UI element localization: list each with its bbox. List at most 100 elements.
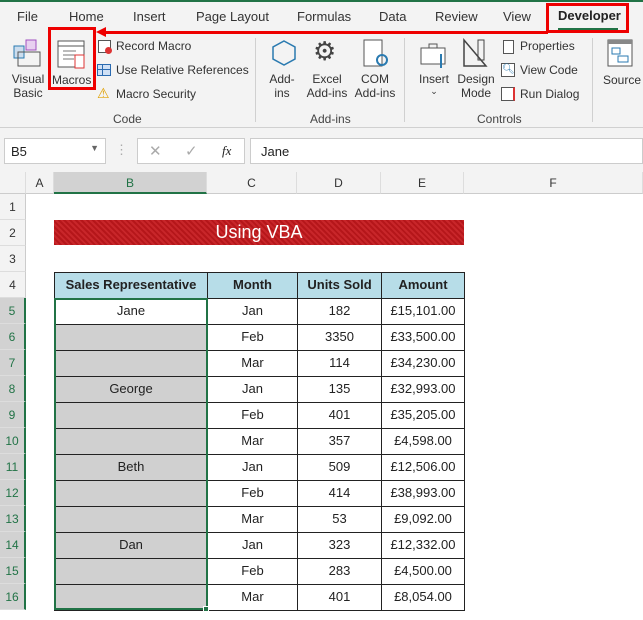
row-header-14[interactable]: 14 (0, 532, 26, 558)
row-header-7[interactable]: 7 (0, 350, 26, 376)
column-header-F[interactable]: F (464, 172, 643, 194)
cell-amount[interactable]: £33,500.00 (381, 324, 465, 351)
row-header-3[interactable]: 3 (0, 246, 26, 272)
row-header-4[interactable]: 4 (0, 272, 26, 298)
record-macro-icon (98, 40, 112, 54)
row-header-16[interactable]: 16 (0, 584, 26, 610)
column-header-E[interactable]: E (381, 172, 464, 194)
tab-view[interactable]: View (503, 9, 531, 24)
tab-file[interactable]: File (17, 9, 38, 24)
formula-input[interactable]: Jane (250, 138, 643, 164)
column-header-B[interactable]: B (54, 172, 207, 194)
com-addins-button[interactable]: COM Add-ins (352, 72, 398, 100)
row-header-8[interactable]: 8 (0, 376, 26, 402)
row-header-10[interactable]: 10 (0, 428, 26, 454)
group-label-controls: Controls (477, 112, 522, 126)
select-all-corner[interactable] (0, 172, 26, 194)
tab-page-layout[interactable]: Page Layout (196, 9, 269, 24)
cell-month[interactable]: Jan (207, 454, 298, 481)
cell-amount[interactable]: £34,230.00 (381, 350, 465, 377)
row-header-15[interactable]: 15 (0, 558, 26, 584)
cell-month[interactable]: Jan (207, 532, 298, 559)
row-header-13[interactable]: 13 (0, 506, 26, 532)
annotation-arrow (104, 31, 548, 34)
cancel-icon[interactable]: ✕ (149, 142, 162, 160)
column-header-C[interactable]: C (207, 172, 297, 194)
cell-units-sold[interactable]: 414 (297, 480, 382, 507)
visual-basic-button[interactable]: Visual Basic (8, 72, 48, 100)
run-dialog-icon (501, 87, 515, 101)
cell-amount[interactable]: £15,101.00 (381, 298, 465, 325)
header-month[interactable]: Month (207, 272, 298, 299)
chevron-down-icon[interactable]: ▼ (90, 143, 99, 153)
cell-month[interactable]: Mar (207, 350, 298, 377)
cell-month[interactable]: Feb (207, 558, 298, 585)
row-header-2[interactable]: 2 (0, 220, 26, 246)
cell-month[interactable]: Mar (207, 428, 298, 455)
row-header-1[interactable]: 1 (0, 194, 26, 220)
cell-amount[interactable]: £9,092.00 (381, 506, 465, 533)
cell-units-sold[interactable]: 401 (297, 402, 382, 429)
tab-formulas[interactable]: Formulas (297, 9, 351, 24)
view-code-button[interactable]: View Code (520, 63, 578, 77)
column-header-D[interactable]: D (297, 172, 381, 194)
tab-insert[interactable]: Insert (133, 9, 166, 24)
macro-security-button[interactable]: Macro Security (116, 87, 196, 101)
enter-icon[interactable]: ✓ (185, 142, 198, 160)
cell-amount[interactable]: £12,506.00 (381, 454, 465, 481)
highlight-box-macros (48, 27, 96, 90)
cell-units-sold[interactable]: 182 (297, 298, 382, 325)
cell-units-sold[interactable]: 283 (297, 558, 382, 585)
cell-units-sold[interactable]: 357 (297, 428, 382, 455)
cell-amount[interactable]: £35,205.00 (381, 402, 465, 429)
properties-button[interactable]: Properties (520, 39, 575, 53)
cell-amount[interactable]: £32,993.00 (381, 376, 465, 403)
cell-units-sold[interactable]: 509 (297, 454, 382, 481)
excel-addins-button[interactable]: Excel Add-ins (303, 72, 351, 100)
cell-month[interactable]: Mar (207, 584, 298, 611)
header-units-sold[interactable]: Units Sold (297, 272, 382, 299)
drag-handle-icon[interactable]: ⋮ (115, 142, 128, 158)
run-dialog-button[interactable]: Run Dialog (520, 87, 579, 101)
fill-handle[interactable] (203, 606, 209, 612)
row-header-6[interactable]: 6 (0, 324, 26, 350)
addins-button[interactable]: Add-ins (264, 72, 300, 100)
gear-icon: ⚙ (313, 36, 337, 66)
tab-review[interactable]: Review (435, 9, 478, 24)
cell-month[interactable]: Feb (207, 402, 298, 429)
cell-units-sold[interactable]: 401 (297, 584, 382, 611)
row-header-11[interactable]: 11 (0, 454, 26, 480)
source-button[interactable]: Source (603, 73, 641, 87)
cell-units-sold[interactable]: 3350 (297, 324, 382, 351)
insert-function-icon[interactable]: fx (222, 143, 231, 159)
row-header-12[interactable]: 12 (0, 480, 26, 506)
use-relative-references-button[interactable]: Use Relative References (116, 63, 249, 77)
row-header-5[interactable]: 5 (0, 298, 26, 324)
cell-amount[interactable]: £38,993.00 (381, 480, 465, 507)
design-mode-button[interactable]: Design Mode (456, 72, 496, 100)
cell-amount[interactable]: £4,500.00 (381, 558, 465, 585)
cell-amount[interactable]: £12,332.00 (381, 532, 465, 559)
cell-month[interactable]: Feb (207, 324, 298, 351)
cell-month[interactable]: Mar (207, 506, 298, 533)
divider (592, 38, 593, 122)
insert-control-button[interactable]: Insert ⌄ (416, 72, 452, 97)
record-macro-button[interactable]: Record Macro (116, 39, 191, 53)
cell-units-sold[interactable]: 114 (297, 350, 382, 377)
cell-amount[interactable]: £8,054.00 (381, 584, 465, 611)
cell-month[interactable]: Jan (207, 376, 298, 403)
row-header-9[interactable]: 9 (0, 402, 26, 428)
tab-home[interactable]: Home (69, 9, 104, 24)
cell-month[interactable]: Jan (207, 298, 298, 325)
cell-units-sold[interactable]: 135 (297, 376, 382, 403)
properties-icon (503, 40, 514, 54)
column-header-A[interactable]: A (26, 172, 54, 194)
header-sales-rep[interactable]: Sales Representative (54, 272, 208, 299)
cell-month[interactable]: Feb (207, 480, 298, 507)
name-box[interactable]: B5 ▼ (4, 138, 106, 164)
cell-amount[interactable]: £4,598.00 (381, 428, 465, 455)
header-amount[interactable]: Amount (381, 272, 465, 299)
cell-units-sold[interactable]: 323 (297, 532, 382, 559)
tab-data[interactable]: Data (379, 9, 406, 24)
cell-units-sold[interactable]: 53 (297, 506, 382, 533)
